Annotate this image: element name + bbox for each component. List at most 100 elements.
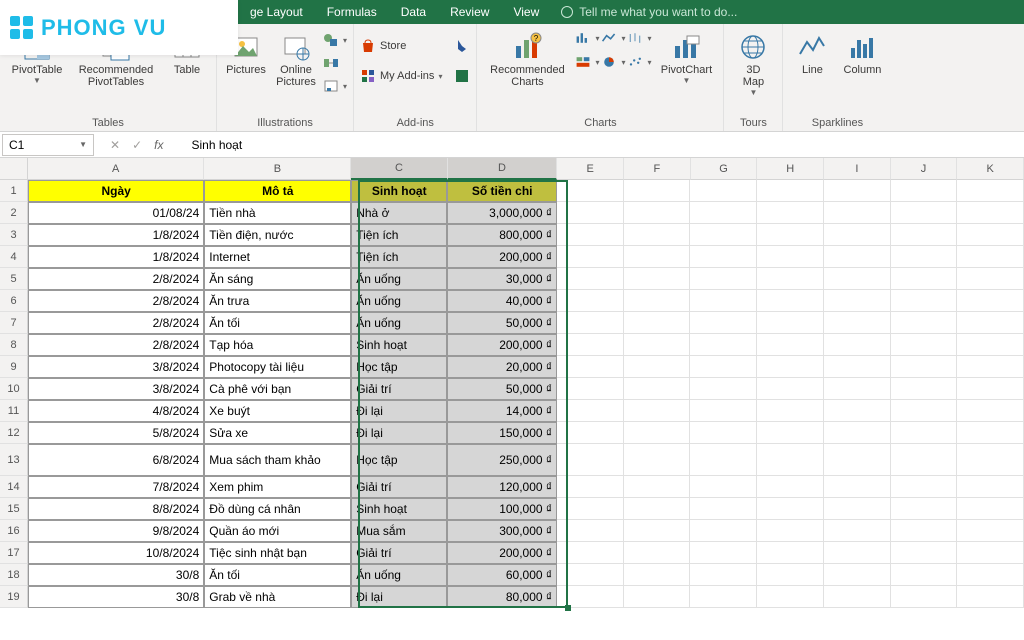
cell-A2[interactable]: 01/08/24 <box>28 202 204 224</box>
cell-B7[interactable]: Ăn tối <box>204 312 351 334</box>
cell-H4[interactable] <box>757 246 824 268</box>
sparkline-column-button[interactable]: Column <box>839 28 885 76</box>
cell-F11[interactable] <box>624 400 691 422</box>
cell-K18[interactable] <box>957 564 1024 586</box>
cell-E5[interactable] <box>557 268 624 290</box>
cell-G14[interactable] <box>690 476 757 498</box>
cell-F5[interactable] <box>624 268 691 290</box>
cell-C18[interactable]: Ăn uống <box>351 564 447 586</box>
tab-formulas[interactable]: Formulas <box>315 0 389 24</box>
tab-page-layout[interactable]: ge Layout <box>238 0 315 24</box>
cell-K19[interactable] <box>957 586 1024 608</box>
cell-G10[interactable] <box>690 378 757 400</box>
row-header-14[interactable]: 14 <box>0 476 28 498</box>
cell-B4[interactable]: Internet <box>204 246 351 268</box>
cell-D13[interactable]: 250,000 ₫ <box>447 444 557 476</box>
cell-J8[interactable] <box>891 334 958 356</box>
cell-A10[interactable]: 3/8/2024 <box>28 378 204 400</box>
cancel-fx-icon[interactable]: ✕ <box>110 138 120 152</box>
cell-G2[interactable] <box>690 202 757 224</box>
shapes-button[interactable]: ▾ <box>323 30 347 50</box>
cell-B5[interactable]: Ăn sáng <box>204 268 351 290</box>
cell-A12[interactable]: 5/8/2024 <box>28 422 204 444</box>
cell-E10[interactable] <box>557 378 624 400</box>
cell-I4[interactable] <box>824 246 891 268</box>
cell-B9[interactable]: Photocopy tài liệu <box>204 356 351 378</box>
row-header-19[interactable]: 19 <box>0 586 28 608</box>
tell-me-search[interactable]: Tell me what you want to do... <box>561 5 737 19</box>
cell-K12[interactable] <box>957 422 1024 444</box>
cell-G11[interactable] <box>690 400 757 422</box>
cell-F2[interactable] <box>624 202 691 224</box>
cell-A19[interactable]: 30/8 <box>28 586 204 608</box>
cell-G15[interactable] <box>690 498 757 520</box>
cell-F6[interactable] <box>624 290 691 312</box>
cell-I12[interactable] <box>824 422 891 444</box>
cell-H13[interactable] <box>757 444 824 476</box>
cell-D18[interactable]: 60,000 ₫ <box>447 564 557 586</box>
cell-I14[interactable] <box>824 476 891 498</box>
cell-F14[interactable] <box>624 476 691 498</box>
cell-E15[interactable] <box>557 498 624 520</box>
cell-K11[interactable] <box>957 400 1024 422</box>
cell-B16[interactable]: Quần áo mới <box>204 520 351 542</box>
cell-J11[interactable] <box>891 400 958 422</box>
cell-K13[interactable] <box>957 444 1024 476</box>
cell-A17[interactable]: 10/8/2024 <box>28 542 204 564</box>
cell-J15[interactable] <box>891 498 958 520</box>
cell-D19[interactable]: 80,000 ₫ <box>447 586 557 608</box>
cell-H2[interactable] <box>757 202 824 224</box>
formula-input[interactable] <box>185 134 1024 156</box>
sparkline-line-button[interactable]: Line <box>789 28 835 76</box>
cell-F19[interactable] <box>624 586 691 608</box>
cell-G19[interactable] <box>690 586 757 608</box>
row-header-3[interactable]: 3 <box>0 224 28 246</box>
col-header-B[interactable]: B <box>204 158 351 180</box>
row-header-13[interactable]: 13 <box>0 444 28 476</box>
pie-chart-button[interactable]: ▾ <box>601 52 625 72</box>
row-header-7[interactable]: 7 <box>0 312 28 334</box>
online-pictures-button[interactable]: Online Pictures <box>273 28 319 88</box>
my-addins-button[interactable]: My Add-ins ▾ <box>360 66 442 86</box>
row-header-11[interactable]: 11 <box>0 400 28 422</box>
cell-B11[interactable]: Xe buýt <box>204 400 351 422</box>
people-graph-button[interactable] <box>454 66 470 86</box>
cell-E17[interactable] <box>557 542 624 564</box>
cell-I9[interactable] <box>824 356 891 378</box>
row-header-18[interactable]: 18 <box>0 564 28 586</box>
cell-E3[interactable] <box>557 224 624 246</box>
cell-H9[interactable] <box>757 356 824 378</box>
cell-H18[interactable] <box>757 564 824 586</box>
cell-A16[interactable]: 9/8/2024 <box>28 520 204 542</box>
cell-C17[interactable]: Giải trí <box>351 542 447 564</box>
cell-F10[interactable] <box>624 378 691 400</box>
cell-G17[interactable] <box>690 542 757 564</box>
select-all-corner[interactable] <box>0 158 28 180</box>
cell-A3[interactable]: 1/8/2024 <box>28 224 204 246</box>
cell-G8[interactable] <box>690 334 757 356</box>
cell-F1[interactable] <box>624 180 691 202</box>
cell-C8[interactable]: Sinh hoạt <box>351 334 447 356</box>
cell-I19[interactable] <box>824 586 891 608</box>
cell-F17[interactable] <box>624 542 691 564</box>
cell-A14[interactable]: 7/8/2024 <box>28 476 204 498</box>
cell-C6[interactable]: Ăn uống <box>351 290 447 312</box>
col-header-K[interactable]: K <box>957 158 1024 180</box>
row-header-9[interactable]: 9 <box>0 356 28 378</box>
cell-B14[interactable]: Xem phim <box>204 476 351 498</box>
cell-C19[interactable]: Đi lại <box>351 586 447 608</box>
cell-I7[interactable] <box>824 312 891 334</box>
cell-C16[interactable]: Mua sắm <box>351 520 447 542</box>
col-header-I[interactable]: I <box>824 158 891 180</box>
cell-C2[interactable]: Nhà ở <box>351 202 447 224</box>
cell-C1[interactable]: Sinh hoạt <box>351 180 447 202</box>
bing-maps-button[interactable] <box>454 36 470 56</box>
cell-C15[interactable]: Sinh hoạt <box>351 498 447 520</box>
cell-B15[interactable]: Đồ dùng cá nhân <box>204 498 351 520</box>
cell-E8[interactable] <box>557 334 624 356</box>
cell-D14[interactable]: 120,000 ₫ <box>447 476 557 498</box>
cell-I11[interactable] <box>824 400 891 422</box>
col-header-H[interactable]: H <box>757 158 824 180</box>
cell-F8[interactable] <box>624 334 691 356</box>
cell-I3[interactable] <box>824 224 891 246</box>
